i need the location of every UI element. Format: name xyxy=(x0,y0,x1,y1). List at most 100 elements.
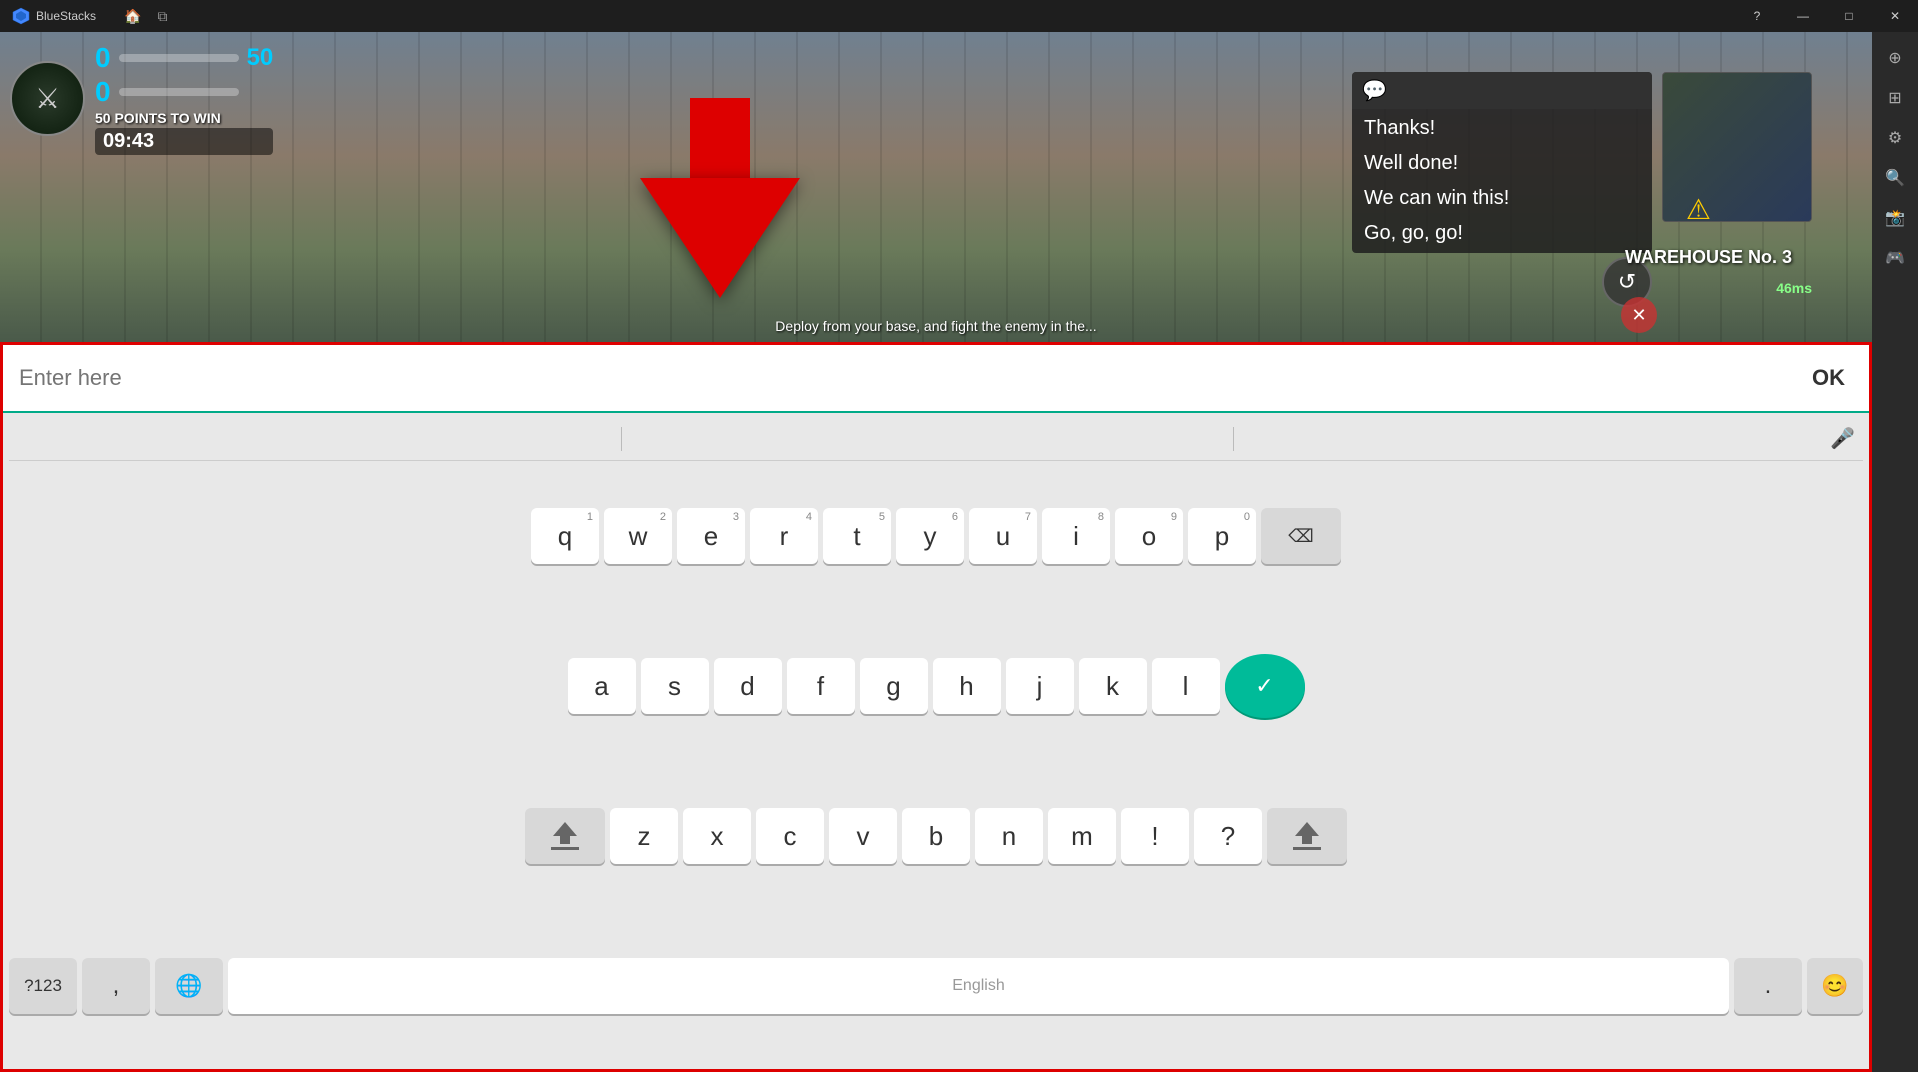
blue-score-row: 0 50 xyxy=(95,42,273,74)
arrow-head xyxy=(640,178,800,298)
blue-score-bar xyxy=(119,54,239,62)
globe-key[interactable]: 🌐 xyxy=(155,958,223,1014)
sidebar-btn-2[interactable]: ⊞ xyxy=(1877,80,1913,116)
period-key[interactable]: . xyxy=(1734,958,1802,1014)
key-s[interactable]: s xyxy=(641,658,709,714)
key-x[interactable]: x xyxy=(683,808,751,864)
key-l[interactable]: l xyxy=(1152,658,1220,714)
hud-topleft: ⚔ 0 50 0 50 POINTS TO WIN 09:43 xyxy=(10,42,273,155)
text-input-field[interactable] xyxy=(19,365,1792,391)
key-g[interactable]: g xyxy=(860,658,928,714)
latency-display: 46ms xyxy=(1776,280,1812,296)
key-w[interactable]: w2 xyxy=(604,508,672,564)
bluestacks-icon xyxy=(12,7,30,25)
suggestion-divider-2 xyxy=(1233,427,1234,451)
microphone-button[interactable]: 🎤 xyxy=(1830,426,1855,451)
key-j[interactable]: j xyxy=(1006,658,1074,714)
key-b[interactable]: b xyxy=(902,808,970,864)
close-button[interactable]: ✕ xyxy=(1872,0,1918,32)
key-c[interactable]: c xyxy=(756,808,824,864)
key-m[interactable]: m xyxy=(1048,808,1116,864)
comma-key[interactable]: , xyxy=(82,958,150,1014)
key-o[interactable]: o9 xyxy=(1115,508,1183,564)
location-label: WAREHOUSE No. 3 xyxy=(1625,247,1792,268)
key-q[interactable]: q1 xyxy=(531,508,599,564)
game-timer: 09:43 xyxy=(95,128,273,155)
minimize-button[interactable]: — xyxy=(1780,0,1826,32)
sidebar-btn-4[interactable]: 🔍 xyxy=(1877,160,1913,196)
minimap-display: ⚠ xyxy=(1663,73,1811,221)
window-controls: ? — □ ✕ xyxy=(1734,0,1918,32)
titlebar-nav-icons: 🏠 ⧉ xyxy=(120,6,171,27)
keyboard-row-2: a s d f g h j k l ✓ xyxy=(9,611,1863,761)
key-y[interactable]: y6 xyxy=(896,508,964,564)
chat-header: 💬 xyxy=(1352,72,1652,109)
key-u[interactable]: u7 xyxy=(969,508,1037,564)
app-title: BlueStacks xyxy=(36,9,96,23)
sidebar-btn-6[interactable]: 🎮 xyxy=(1877,240,1913,276)
help-button[interactable]: ? xyxy=(1734,0,1780,32)
app-logo: BlueStacks xyxy=(0,7,108,25)
blue-score: 0 xyxy=(95,42,111,74)
key-d[interactable]: d xyxy=(714,658,782,714)
ok-button[interactable]: OK xyxy=(1804,361,1853,395)
red-score-bar xyxy=(119,88,239,96)
maximize-button[interactable]: □ xyxy=(1826,0,1872,32)
backspace-key[interactable]: ⌫ xyxy=(1261,508,1341,564)
chat-option-4[interactable]: Go, go, go! xyxy=(1364,222,1640,245)
key-z[interactable]: z xyxy=(610,808,678,864)
layers-icon[interactable]: ⧉ xyxy=(153,6,171,27)
red-arrow-indicator xyxy=(640,102,800,298)
shift-right-key[interactable] xyxy=(1267,808,1347,864)
target-score: 50 xyxy=(247,44,274,72)
deploy-instruction: Deploy from your base, and fight the ene… xyxy=(775,318,1096,334)
key-h[interactable]: h xyxy=(933,658,1001,714)
numeric-key[interactable]: ?123 xyxy=(9,958,77,1014)
key-e[interactable]: e3 xyxy=(677,508,745,564)
key-n[interactable]: n xyxy=(975,808,1043,864)
chat-icon: 💬 xyxy=(1362,78,1387,103)
score-display: 0 50 0 50 POINTS TO WIN 09:43 xyxy=(95,42,273,155)
titlebar: BlueStacks 🏠 ⧉ ? — □ ✕ xyxy=(0,0,1918,32)
suggestion-divider-1 xyxy=(621,427,622,451)
game-viewport: ⚔ 0 50 0 50 POINTS TO WIN 09:43 ⚠ 💬 xyxy=(0,32,1872,342)
key-r[interactable]: r4 xyxy=(750,508,818,564)
keyboard-layout: 🎤 q1 w2 e3 r4 t5 y6 u7 i8 o9 p0 ⌫ a s d … xyxy=(3,413,1869,1069)
team-emblem: ⚔ xyxy=(10,61,85,136)
suggestion-bar: 🎤 xyxy=(9,417,1863,461)
keyboard-row-4: ?123 , 🌐 English . 😊 xyxy=(9,911,1863,1061)
keyboard-row-3: z x c v b n m ! ? xyxy=(9,761,1863,911)
sidebar-btn-3[interactable]: ⚙ xyxy=(1877,120,1913,156)
text-input-bar: OK xyxy=(3,345,1869,413)
red-score-row: 0 xyxy=(95,76,273,108)
close-chat-button[interactable]: ✕ xyxy=(1621,297,1657,333)
home-icon[interactable]: 🏠 xyxy=(120,6,145,27)
sidebar-btn-1[interactable]: ⊕ xyxy=(1877,40,1913,76)
arrow-shaft xyxy=(690,98,750,178)
key-v[interactable]: v xyxy=(829,808,897,864)
chat-option-2[interactable]: Well done! xyxy=(1364,152,1640,175)
enter-key[interactable]: ✓ xyxy=(1225,654,1305,718)
emoji-key[interactable]: 😊 xyxy=(1807,958,1863,1014)
points-to-win-label: 50 POINTS TO WIN xyxy=(95,110,273,126)
keyboard-area: OK 🎤 q1 w2 e3 r4 t5 y6 u7 i8 o9 p0 ⌫ a s… xyxy=(0,342,1872,1072)
sidebar-btn-5[interactable]: 📸 xyxy=(1877,200,1913,236)
key-question[interactable]: ? xyxy=(1194,808,1262,864)
quick-chat-box: 💬 Thanks! Well done! We can win this! Go… xyxy=(1352,72,1652,253)
key-i[interactable]: i8 xyxy=(1042,508,1110,564)
key-p[interactable]: p0 xyxy=(1188,508,1256,564)
shift-left-key[interactable] xyxy=(525,808,605,864)
warning-icon: ⚠ xyxy=(1686,193,1711,222)
key-t[interactable]: t5 xyxy=(823,508,891,564)
key-f[interactable]: f xyxy=(787,658,855,714)
chat-options-list: Thanks! Well done! We can win this! Go, … xyxy=(1352,109,1652,253)
key-k[interactable]: k xyxy=(1079,658,1147,714)
chat-option-3[interactable]: We can win this! xyxy=(1364,187,1640,210)
chat-option-1[interactable]: Thanks! xyxy=(1364,117,1640,140)
red-score: 0 xyxy=(95,76,111,108)
key-exclamation[interactable]: ! xyxy=(1121,808,1189,864)
keyboard-row-1: q1 w2 e3 r4 t5 y6 u7 i8 o9 p0 ⌫ xyxy=(9,461,1863,611)
space-key[interactable]: English xyxy=(228,958,1729,1014)
right-sidebar: ⊕ ⊞ ⚙ 🔍 📸 🎮 xyxy=(1872,32,1918,1072)
key-a[interactable]: a xyxy=(568,658,636,714)
